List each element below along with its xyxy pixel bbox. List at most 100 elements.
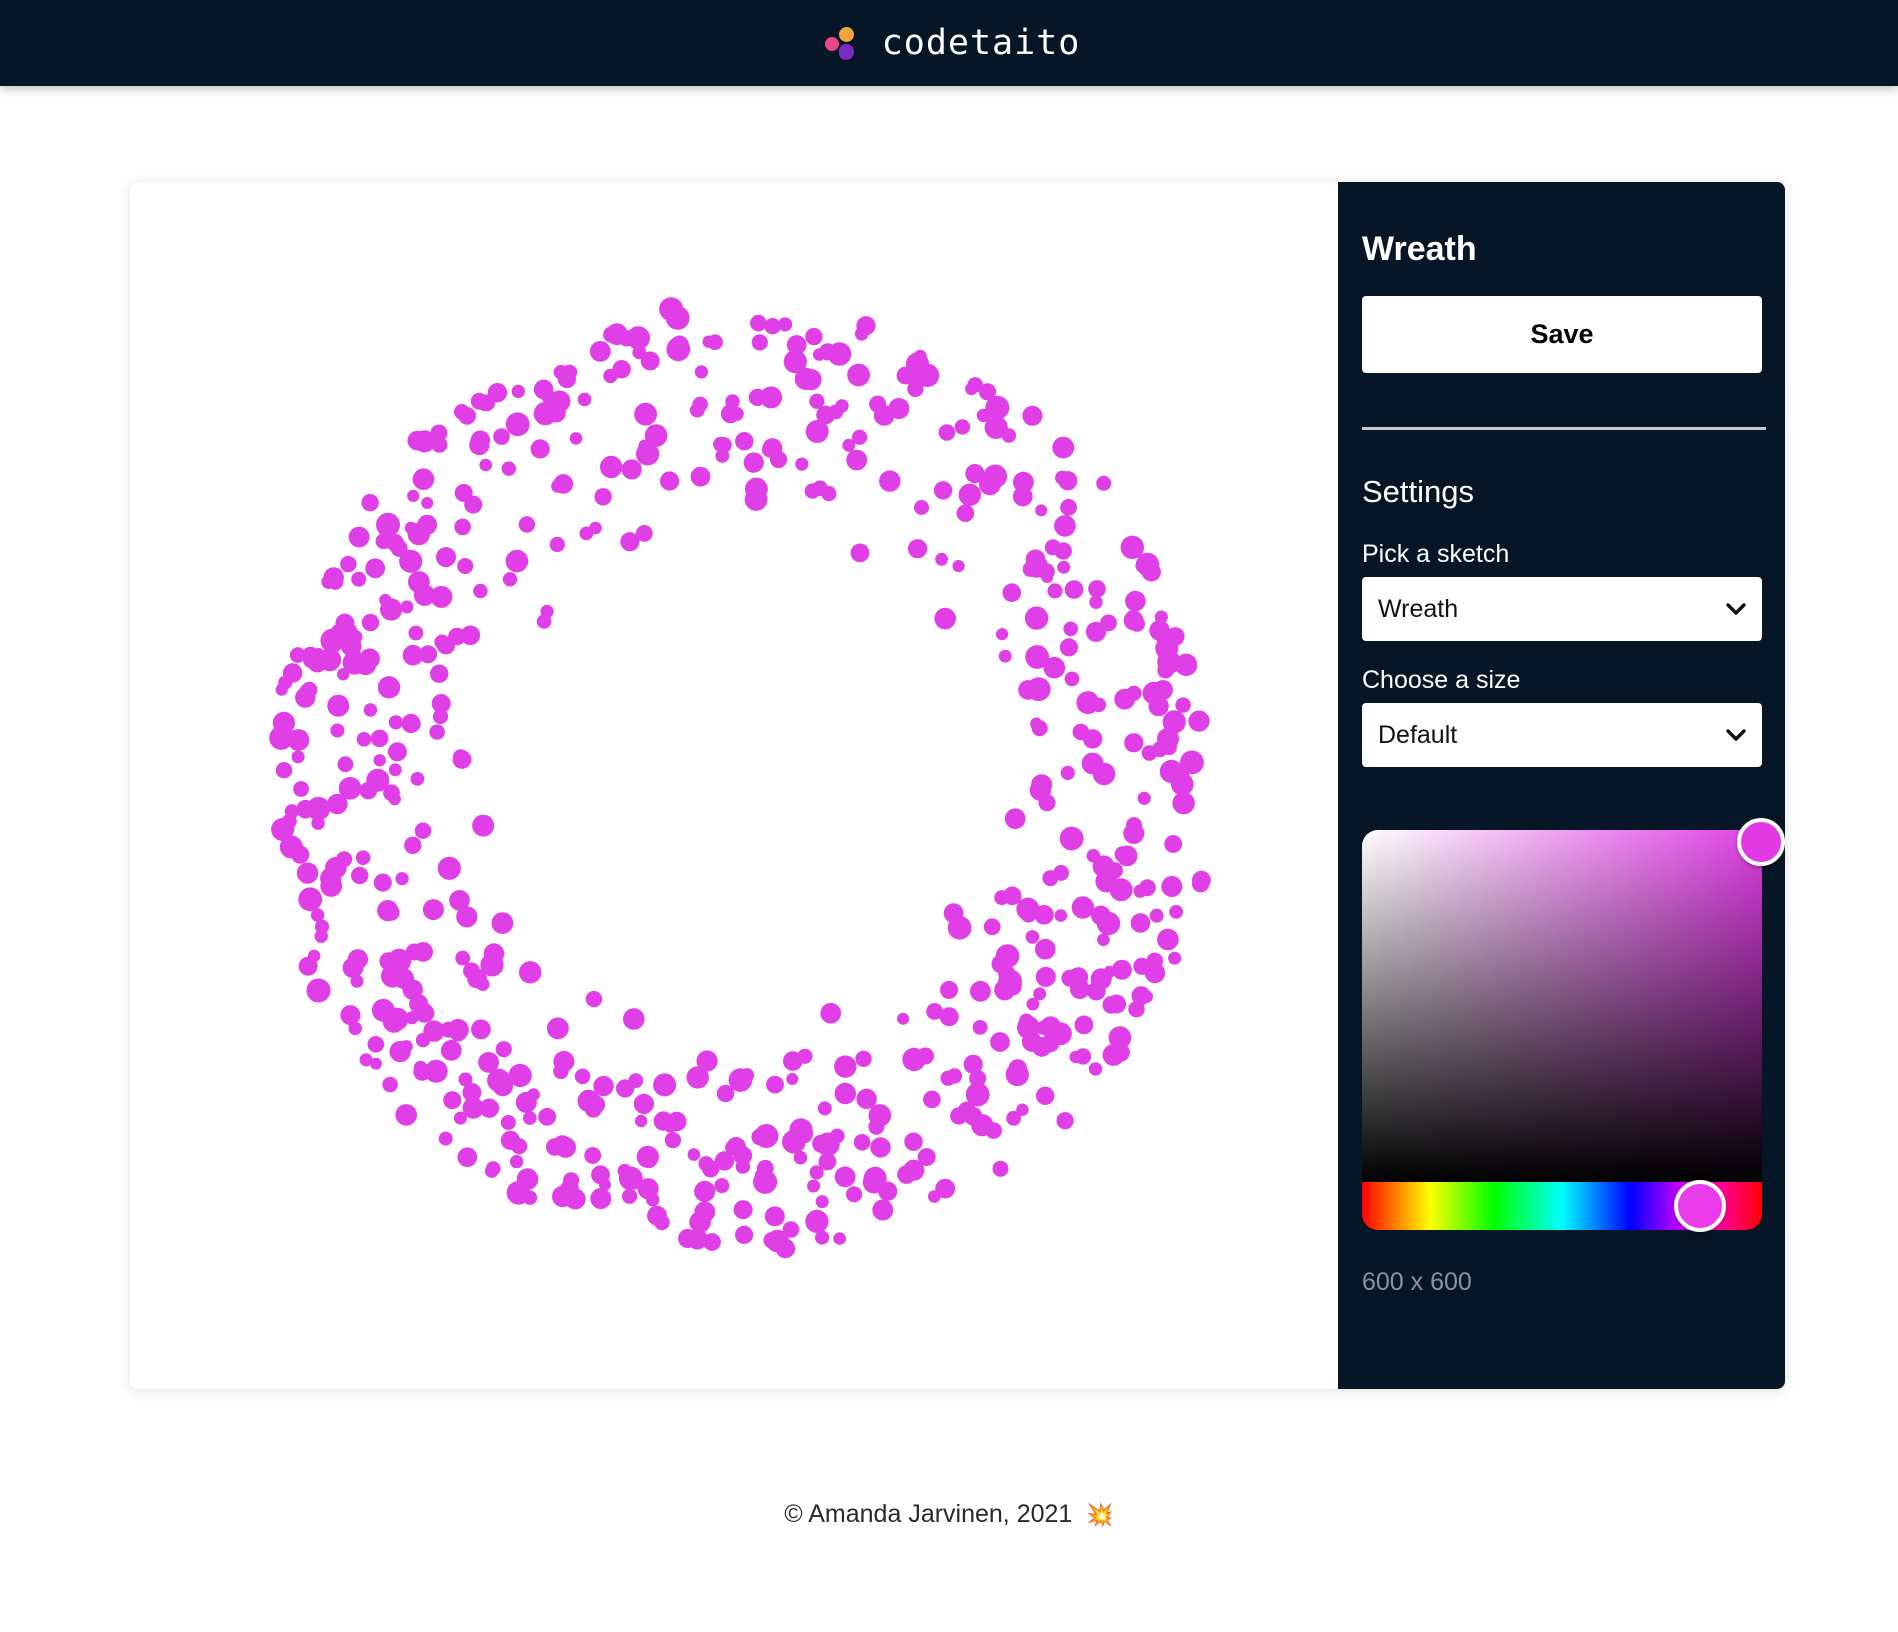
wreath-dot <box>413 942 433 962</box>
wreath-dot <box>1022 405 1043 426</box>
wreath-dot <box>1100 614 1117 632</box>
wreath-dot <box>408 571 430 593</box>
wreath-dot <box>926 1003 943 1020</box>
wreath-dot <box>805 327 823 346</box>
wreath-dot <box>1162 760 1182 781</box>
wreath-dot <box>464 495 483 514</box>
wreath-dot <box>349 630 363 644</box>
wreath-dot <box>622 1188 638 1204</box>
wreath-dot <box>1124 543 1137 557</box>
wreath-dot <box>1103 965 1116 978</box>
wreath-dot <box>584 1147 602 1164</box>
wreath-dot <box>569 432 583 445</box>
wreath-dot <box>965 382 978 396</box>
size-select[interactable]: Default <box>1362 703 1762 767</box>
wreath-dot <box>515 1091 537 1113</box>
wreath-dot <box>359 648 380 669</box>
wreath-dot <box>594 488 612 506</box>
wreath-dot <box>1126 685 1142 701</box>
wreath-dot <box>412 468 435 491</box>
sketch-canvas[interactable] <box>130 182 1338 1389</box>
wreath-dot <box>863 1166 887 1190</box>
wreath-dot <box>341 1005 359 1024</box>
wreath-dot <box>538 1107 556 1126</box>
save-button[interactable]: Save <box>1362 296 1762 373</box>
wreath-dot <box>818 1152 837 1171</box>
wreath-dot <box>457 558 474 574</box>
wreath-dot <box>1054 909 1068 922</box>
wreath-dot <box>479 1098 499 1118</box>
saturation-thumb[interactable] <box>1737 818 1785 866</box>
hue-thumb[interactable] <box>1674 1180 1726 1232</box>
wreath-dot <box>387 948 412 973</box>
color-saturation-area[interactable] <box>1362 818 1785 1182</box>
wreath-dot <box>834 1166 856 1188</box>
wreath-dot <box>618 1166 643 1191</box>
wreath-dot <box>1056 1112 1074 1130</box>
wreath-dot <box>399 549 423 573</box>
wreath-dot <box>786 1073 799 1085</box>
wreath-dot <box>751 334 768 351</box>
wreath-dot <box>296 862 319 884</box>
sketch-select[interactable]: Wreath <box>1362 577 1762 641</box>
wreath-dot <box>720 404 740 424</box>
wreath-dot <box>473 583 488 599</box>
brand-name: codetaito <box>881 23 1081 63</box>
wreath-dot <box>938 424 956 441</box>
wreath-dot <box>272 711 295 735</box>
wreath-dot <box>600 455 623 479</box>
wreath-dot <box>373 754 386 767</box>
wreath-dot <box>1164 835 1183 853</box>
chevron-down-icon <box>1726 729 1746 741</box>
wreath-dot <box>694 1180 716 1202</box>
wreath-dot <box>438 1131 453 1146</box>
wreath-dot <box>501 461 516 476</box>
wreath-dot <box>455 950 471 966</box>
wreath-dot <box>908 539 928 559</box>
wreath-dot <box>1031 720 1048 737</box>
wreath-dot <box>500 1115 516 1130</box>
wreath-dot <box>1068 830 1082 845</box>
wreath-dot <box>766 1229 789 1253</box>
wreath-dot <box>421 497 434 509</box>
wreath-dot <box>505 412 530 437</box>
wreath-dot <box>1091 697 1107 713</box>
wreath-dot <box>415 1033 431 1048</box>
logo-dot-pink <box>824 37 839 51</box>
wreath-dot <box>813 348 826 361</box>
wreath-dot <box>778 317 793 332</box>
wreath-dot <box>553 1050 575 1072</box>
wreath-dot <box>402 979 423 1000</box>
wreath-dot <box>590 1188 612 1209</box>
wreath-dot <box>599 1178 611 1191</box>
wreath-dot <box>478 1052 499 1073</box>
wreath-dot <box>1035 966 1056 987</box>
wreath-dot <box>320 875 343 897</box>
wreath-dot <box>407 430 428 451</box>
wreath-dot <box>298 887 323 912</box>
wreath-dot <box>653 1073 677 1097</box>
wreath-dot <box>666 337 691 362</box>
wreath-dot <box>453 1111 467 1125</box>
wreath-dot <box>408 625 424 641</box>
wreath-dot <box>612 360 631 379</box>
wreath-dot <box>850 543 870 563</box>
wreath-dot <box>1004 808 1026 829</box>
wreath-dot <box>540 604 554 618</box>
wreath-dot <box>327 694 350 717</box>
hue-slider[interactable] <box>1362 1180 1762 1232</box>
wreath-dot <box>663 1118 678 1133</box>
wreath-dot <box>842 438 856 452</box>
wreath-dot <box>793 1150 808 1165</box>
wreath-dot <box>744 488 768 511</box>
wreath-dot <box>533 379 554 400</box>
wreath-dot <box>577 1089 601 1113</box>
wreath-dot <box>807 1179 821 1193</box>
wreath-dot <box>1024 606 1049 630</box>
wreath-dot <box>990 1032 1010 1052</box>
wreath-dot <box>820 1002 841 1024</box>
wreath-dot <box>365 558 386 579</box>
wreath-dot <box>750 314 767 332</box>
wreath-dot <box>620 532 640 552</box>
brand[interactable]: codetaito <box>824 23 1081 63</box>
